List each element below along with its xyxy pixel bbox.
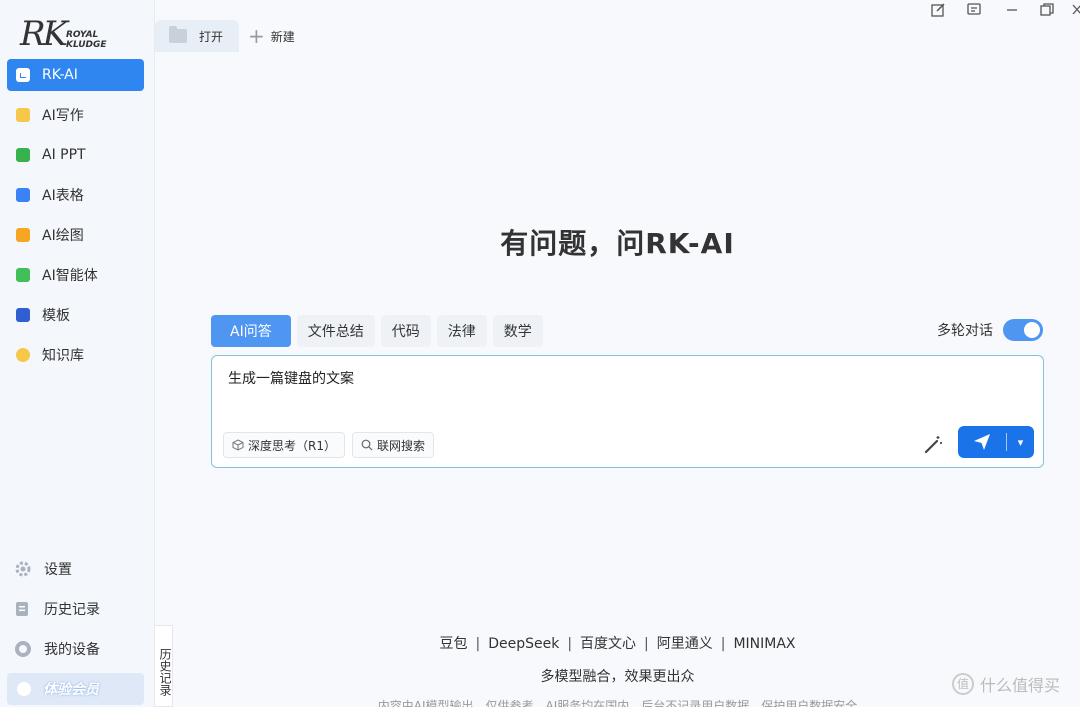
separator: | bbox=[720, 636, 726, 652]
member-button[interactable]: 体验会员 bbox=[7, 673, 144, 705]
provider-tongyi: 阿里通义 bbox=[656, 636, 713, 652]
tab-file-summary[interactable]: 文件总结 bbox=[296, 315, 375, 347]
sidebar-item-ai-agent[interactable]: AI智能体 bbox=[7, 259, 144, 291]
sidebar-item-label: AI智能体 bbox=[42, 268, 98, 284]
watermark: 值 什么值得买 bbox=[952, 672, 1060, 696]
logo-line-1: ROYAL bbox=[66, 30, 99, 40]
multi-turn-toggle[interactable] bbox=[1003, 319, 1043, 341]
separator: | bbox=[475, 636, 481, 652]
sidebar-item-ai-drawing[interactable]: AI绘图 bbox=[7, 219, 144, 251]
sidebar-item-label: AI PPT bbox=[42, 147, 86, 163]
settings-label: 设置 bbox=[44, 562, 72, 578]
page-title: 有问题，问RK-AI bbox=[500, 227, 735, 260]
deep-think-chip[interactable]: 深度思考（R1） bbox=[223, 432, 345, 458]
smzdm-logo-icon: 值 bbox=[952, 673, 974, 695]
ppt-icon bbox=[16, 148, 30, 162]
history-label: 历史记录 bbox=[44, 602, 100, 618]
folder-icon bbox=[169, 26, 187, 43]
royal-kludge-logo: RK ROYAL KLUDGE bbox=[20, 14, 120, 54]
send-icon bbox=[958, 433, 1006, 451]
sidebar-item-template[interactable]: 模板 bbox=[7, 299, 144, 331]
rk-ai-icon bbox=[16, 68, 30, 82]
member-label: 体验会员 bbox=[43, 682, 99, 698]
tab-math[interactable]: 数学 bbox=[492, 315, 543, 347]
device-icon bbox=[15, 641, 31, 657]
sidebar-item-ai-writing[interactable]: AI写作 bbox=[7, 99, 144, 131]
minimize-icon[interactable] bbox=[1003, 1, 1021, 19]
sidebar: RK ROYAL KLUDGE RK-AI AI写作 AI PPT AI表格 A… bbox=[0, 0, 155, 707]
sidebar-item-ai-sheet[interactable]: AI表格 bbox=[7, 179, 144, 211]
search-icon bbox=[361, 439, 373, 451]
chevron-down-icon[interactable]: ▾ bbox=[1007, 436, 1034, 449]
slogan: 多模型融合，效果更出众 bbox=[540, 669, 695, 685]
close-icon[interactable] bbox=[1068, 1, 1080, 19]
provider-minimax: MINIMAX bbox=[733, 636, 796, 652]
new-button[interactable]: + 新建 bbox=[248, 26, 295, 46]
sheet-icon bbox=[16, 188, 30, 202]
prompt-input[interactable]: 生成一篇键盘的文案 bbox=[228, 368, 354, 388]
prompt-input-box[interactable]: 生成一篇键盘的文案 深度思考（R1） 联网搜索 ▾ bbox=[211, 355, 1044, 468]
deep-think-label: 深度思考（R1） bbox=[248, 438, 336, 453]
user-icon bbox=[17, 682, 31, 696]
logo-text: ROYAL KLUDGE bbox=[66, 30, 107, 50]
sidebar-item-rk-ai[interactable]: RK-AI bbox=[7, 59, 144, 91]
logo-line-2: KLUDGE bbox=[66, 40, 107, 50]
sidebar-item-label: 知识库 bbox=[42, 348, 84, 364]
sidebar-item-knowledge-base[interactable]: 知识库 bbox=[7, 339, 144, 371]
restore-icon[interactable] bbox=[1038, 1, 1056, 19]
sidebar-item-ai-ppt[interactable]: AI PPT bbox=[7, 139, 144, 171]
devices-button[interactable]: 我的设备 bbox=[14, 637, 100, 661]
multi-turn-label: 多轮对话 bbox=[937, 323, 993, 339]
gear-icon bbox=[15, 561, 31, 577]
template-icon bbox=[16, 308, 30, 322]
cube-icon bbox=[232, 439, 244, 451]
multi-turn-setting: 多轮对话 bbox=[937, 319, 1043, 341]
sidebar-item-label: 模板 bbox=[42, 308, 70, 324]
tab-code[interactable]: 代码 bbox=[380, 315, 431, 347]
magic-wand-icon[interactable] bbox=[922, 434, 944, 456]
disclaimer: 内容由AI模型输出，仅供参考 AI服务均在国内，后台不记录用户数据，保护用户数据… bbox=[377, 699, 858, 707]
agent-icon bbox=[16, 268, 30, 282]
new-label: 新建 bbox=[270, 29, 295, 44]
provider-wenxin: 百度文心 bbox=[580, 636, 637, 652]
logo-initials: RK bbox=[20, 14, 68, 54]
tab-law[interactable]: 法律 bbox=[436, 315, 487, 347]
provider-deepseek: DeepSeek bbox=[488, 636, 560, 652]
history-button[interactable]: 历史记录 bbox=[14, 597, 100, 621]
open-tab[interactable]: 打开 bbox=[155, 20, 239, 52]
sidebar-item-label: AI表格 bbox=[42, 188, 84, 204]
provider-doubao: 豆包 bbox=[439, 636, 468, 652]
plus-icon: + bbox=[248, 24, 265, 48]
bulb-icon bbox=[16, 348, 30, 362]
web-search-chip[interactable]: 联网搜索 bbox=[352, 432, 435, 458]
model-providers: 豆包 | DeepSeek | 百度文心 | 阿里通义 | MINIMAX bbox=[155, 633, 1080, 653]
web-search-label: 联网搜索 bbox=[377, 438, 426, 453]
feedback-icon[interactable] bbox=[965, 1, 983, 19]
devices-label: 我的设备 bbox=[44, 642, 100, 658]
sidebar-item-label: AI绘图 bbox=[42, 228, 84, 244]
mode-tabs: AI问答 文件总结 代码 法律 数学 bbox=[211, 315, 549, 347]
tab-ai-qa[interactable]: AI问答 bbox=[211, 315, 291, 347]
open-label: 打开 bbox=[199, 29, 224, 44]
history-icon bbox=[16, 602, 28, 616]
writing-icon bbox=[16, 108, 30, 122]
edit-icon[interactable] bbox=[929, 1, 947, 19]
separator: | bbox=[567, 636, 573, 652]
sidebar-item-label: AI写作 bbox=[42, 108, 84, 124]
separator: | bbox=[644, 636, 649, 652]
sidebar-item-label: RK-AI bbox=[42, 67, 78, 83]
settings-button[interactable]: 设置 bbox=[14, 557, 72, 581]
send-button[interactable]: ▾ bbox=[958, 426, 1034, 458]
palette-icon bbox=[16, 228, 30, 242]
watermark-text: 什么值得买 bbox=[980, 676, 1061, 695]
